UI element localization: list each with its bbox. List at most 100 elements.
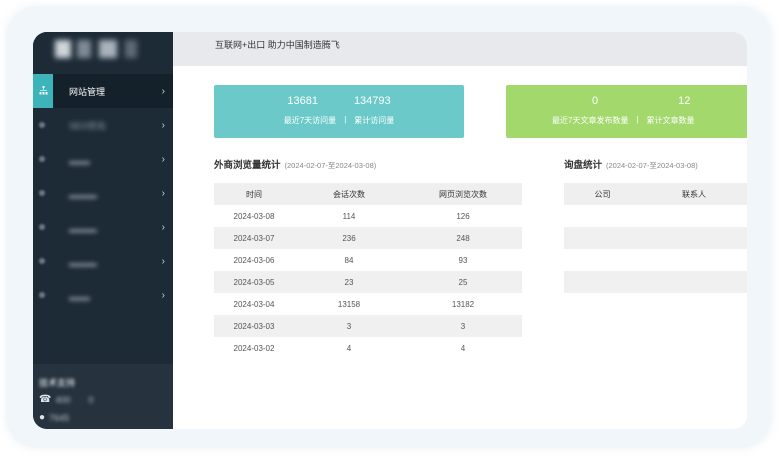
app-screen: 网站管理 › SEO优化 › ▂▂▂ › ▂▂▂▂ › ▂▂▂▂ › ▂▂▂▂ … bbox=[33, 32, 747, 429]
articles-7d-label: 最近7天文章发布数量 bbox=[552, 116, 629, 125]
sessions-cell: 114 bbox=[342, 211, 356, 221]
articles-total-label: 累计文章数量 bbox=[646, 116, 695, 125]
support-qq: ● 7645 bbox=[39, 412, 69, 423]
column-header: 时间 bbox=[246, 189, 262, 199]
support-phone: ☎ 400 0 bbox=[39, 394, 94, 405]
sidebar-item[interactable]: ▂▂▂▂ › bbox=[33, 176, 173, 210]
sitemap-icon bbox=[39, 86, 48, 95]
pageviews-cell: 25 bbox=[458, 277, 468, 287]
date-cell: 2024-03-02 bbox=[233, 343, 275, 353]
table-row: 2024-03-02 4 4 bbox=[214, 337, 522, 359]
table-header: 公司 联系人 bbox=[564, 183, 747, 205]
menu-icon bbox=[39, 190, 45, 196]
phone-icon: ☎ bbox=[39, 394, 52, 405]
sessions-cell: 84 bbox=[344, 255, 354, 265]
sidebar-item[interactable]: ▂▂▂ › bbox=[33, 142, 173, 176]
traffic-date-range: (2024-02-07-至2024-03-08) bbox=[284, 161, 377, 170]
date-cell: 2024-03-08 bbox=[233, 211, 275, 221]
column-header: 网页浏览次数 bbox=[439, 189, 487, 199]
sidebar-item[interactable]: ▂▂▂▂ › bbox=[33, 244, 173, 278]
visits-7d-value: 13681 bbox=[287, 95, 318, 107]
sessions-cell: 23 bbox=[344, 277, 354, 287]
tech-support: 技术支持 ☎ 400 0 ● 7645 bbox=[33, 364, 173, 429]
sidebar-item-label: ▂▂▂ bbox=[69, 153, 90, 164]
visits-total-value: 134793 bbox=[353, 95, 391, 107]
articles-stat-values: 0 12 bbox=[506, 95, 747, 107]
table-row bbox=[564, 227, 747, 249]
table-row: 2024-03-06 84 93 bbox=[214, 249, 522, 271]
sessions-cell: 4 bbox=[346, 343, 352, 353]
sidebar-item-seo[interactable]: SEO优化 › bbox=[33, 108, 173, 142]
articles-stat-labels: 最近7天文章发布数量 | 累计文章数量 bbox=[506, 115, 747, 126]
tech-support-title: 技术支持 bbox=[39, 378, 76, 388]
support-phone-tail: 0 bbox=[88, 394, 94, 405]
logo bbox=[33, 32, 173, 74]
table-row: 2024-03-07 236 248 bbox=[214, 227, 522, 249]
support-phone-number: 400 bbox=[55, 394, 71, 405]
sidebar-item[interactable]: ▂▂▂ › bbox=[33, 278, 173, 312]
date-cell: 2024-03-03 bbox=[233, 321, 275, 331]
visits-stat-values: 13681 134793 bbox=[214, 95, 464, 107]
table-row bbox=[564, 249, 747, 271]
traffic-table: 时间 会话次数 网页浏览次数 2024-03-08 114 126 2024-0… bbox=[214, 183, 522, 359]
logo-mark bbox=[99, 40, 117, 58]
articles-stat-card: 0 12 最近7天文章发布数量 | 累计文章数量 bbox=[506, 85, 747, 138]
pageviews-cell: 93 bbox=[458, 255, 468, 265]
table-row: 2024-03-03 3 3 bbox=[214, 315, 522, 337]
traffic-title: 外商浏览量统计 bbox=[214, 160, 281, 171]
pageviews-cell: 126 bbox=[456, 211, 470, 221]
menu-icon bbox=[39, 292, 45, 298]
pageviews-cell: 248 bbox=[456, 233, 470, 243]
sessions-cell: 13158 bbox=[337, 299, 361, 309]
menu-icon bbox=[39, 156, 45, 162]
sessions-cell: 3 bbox=[346, 321, 352, 331]
visits-7d-label: 最近7天访问量 bbox=[283, 116, 337, 125]
table-row bbox=[564, 205, 747, 227]
support-qq-number: 7645 bbox=[49, 412, 70, 423]
menu-icon bbox=[39, 122, 45, 128]
table-row: 2024-03-04 13158 13182 bbox=[214, 293, 522, 315]
separator: | bbox=[636, 115, 639, 124]
top-header: 互联网+出口 助力中国制造腾飞 bbox=[173, 32, 747, 66]
logo-mark bbox=[55, 40, 71, 58]
sidebar-item-label: 网站管理 bbox=[69, 86, 106, 97]
sidebar-item-label: ▂▂▂▂ bbox=[69, 255, 97, 266]
separator: | bbox=[344, 115, 347, 124]
dashboard: 13681 134793 最近7天访问量 | 累计访问量 0 12 最近7天文章… bbox=[173, 66, 747, 429]
date-cell: 2024-03-07 bbox=[233, 233, 275, 243]
column-header: 会话次数 bbox=[333, 189, 365, 199]
pageviews-cell: 13182 bbox=[451, 299, 475, 309]
pageviews-cell: 4 bbox=[460, 343, 466, 353]
sidebar-nav: 网站管理 › SEO优化 › ▂▂▂ › ▂▂▂▂ › ▂▂▂▂ › ▂▂▂▂ … bbox=[33, 74, 173, 312]
visits-total-label: 累计访问量 bbox=[354, 116, 395, 125]
chevron-right-icon: › bbox=[161, 153, 165, 165]
chevron-right-icon: › bbox=[161, 221, 165, 233]
visits-stat-card: 13681 134793 最近7天访问量 | 累计访问量 bbox=[214, 85, 464, 138]
sidebar-item-label: ▂▂▂▂ bbox=[69, 187, 97, 198]
chevron-right-icon: › bbox=[161, 289, 165, 301]
chevron-right-icon: › bbox=[161, 85, 165, 97]
table-row bbox=[564, 271, 747, 293]
menu-icon bbox=[39, 224, 45, 230]
sessions-cell: 236 bbox=[342, 233, 356, 243]
column-header: 公司 bbox=[594, 189, 611, 199]
sidebar: 网站管理 › SEO优化 › ▂▂▂ › ▂▂▂▂ › ▂▂▂▂ › ▂▂▂▂ … bbox=[33, 32, 173, 429]
logo-mark bbox=[77, 40, 91, 58]
inquiry-date-range: (2024-02-07-至2024-03-08) bbox=[606, 161, 698, 170]
column-header: 联系人 bbox=[682, 189, 707, 199]
table-row: 2024-03-08 114 126 bbox=[214, 205, 522, 227]
chevron-right-icon: › bbox=[161, 119, 165, 131]
pageviews-cell: 3 bbox=[460, 321, 466, 331]
sidebar-item-label: ▂▂▂ bbox=[69, 289, 90, 300]
sidebar-item[interactable]: ▂▂▂▂ › bbox=[33, 210, 173, 244]
qq-icon: ● bbox=[39, 412, 46, 423]
articles-7d-value: 0 bbox=[592, 95, 599, 107]
inquiry-section-title: 询盘统计 (2024-02-07-至2024-03-08) bbox=[564, 157, 698, 171]
chevron-right-icon: › bbox=[161, 255, 165, 267]
articles-total-value: 12 bbox=[678, 95, 691, 107]
sidebar-item-label: ▂▂▂▂ bbox=[69, 221, 97, 232]
date-cell: 2024-03-04 bbox=[233, 299, 275, 309]
sidebar-item-website-management[interactable]: 网站管理 › bbox=[33, 74, 173, 108]
inquiry-table: 公司 联系人 bbox=[564, 183, 747, 293]
sidebar-item-label: SEO优化 bbox=[69, 120, 107, 131]
